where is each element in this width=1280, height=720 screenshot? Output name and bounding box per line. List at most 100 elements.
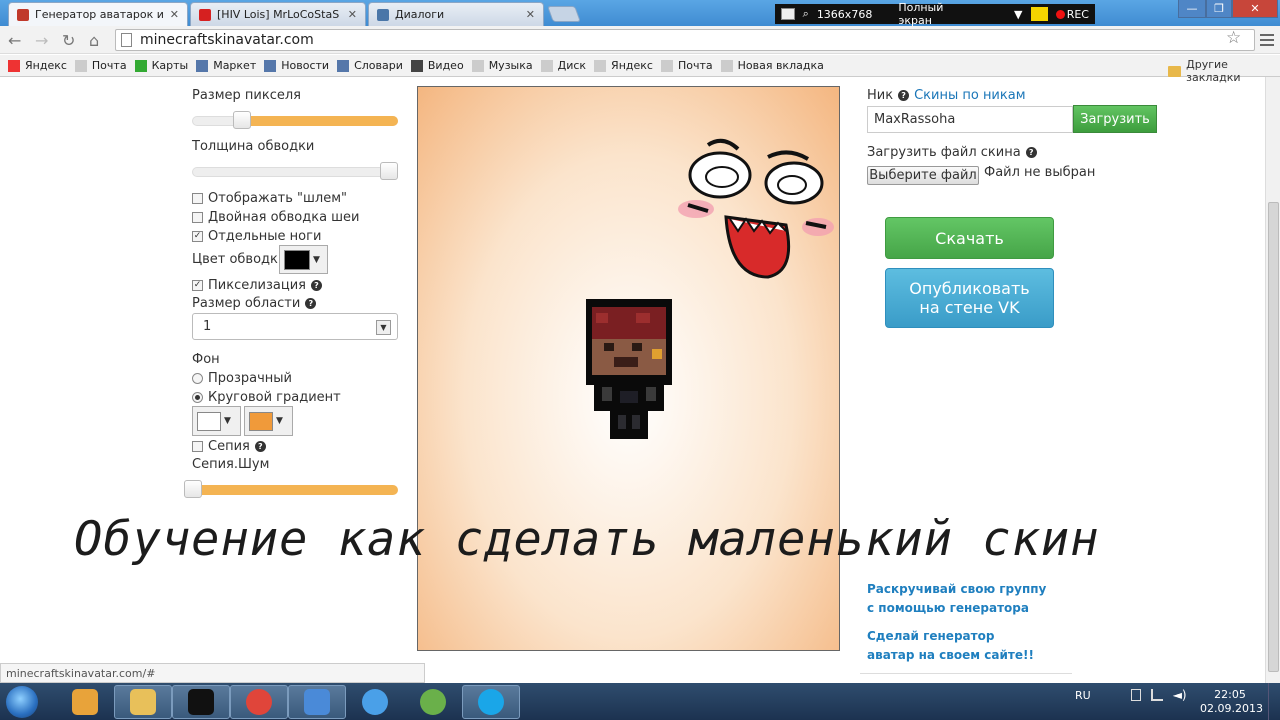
home-icon[interactable]: ⌂ bbox=[89, 31, 99, 50]
reload-icon[interactable]: ↻ bbox=[62, 31, 75, 50]
nick-row: Ник ? Скины по никам bbox=[867, 88, 1026, 103]
camera-icon[interactable] bbox=[1030, 7, 1048, 21]
dropdown-icon[interactable]: ▼ bbox=[1014, 8, 1022, 21]
load-skin-button[interactable]: Загрузить bbox=[1073, 105, 1157, 133]
bookmark-item[interactable]: Карты bbox=[134, 59, 188, 72]
bookmark-item[interactable]: Словари bbox=[337, 59, 403, 72]
slider-thumb[interactable] bbox=[233, 111, 251, 129]
taskbar-explorer[interactable] bbox=[114, 685, 172, 719]
sepia-noise-slider[interactable] bbox=[184, 480, 398, 498]
bg-color1-picker[interactable]: ▼ bbox=[192, 406, 241, 436]
taskbar-unknown-app[interactable] bbox=[172, 685, 230, 719]
bookmark-item[interactable]: Маркет bbox=[196, 59, 256, 72]
rage-face-sticker bbox=[678, 138, 834, 279]
language-indicator[interactable]: RU bbox=[1075, 689, 1091, 702]
pixelization-checkbox[interactable]: ✓ bbox=[192, 280, 203, 291]
tab-avatar-generator[interactable]: Генератор аватарок и ар ✕ bbox=[8, 2, 188, 26]
network-icon[interactable] bbox=[1150, 689, 1163, 701]
volume-icon[interactable]: ◄) bbox=[1173, 688, 1187, 702]
taskbar-game[interactable] bbox=[404, 685, 462, 719]
start-button[interactable] bbox=[6, 686, 38, 718]
tab-title: [HIV Lois] MrLoCoStaS - Y bbox=[217, 8, 342, 21]
taskbar-media-player[interactable] bbox=[56, 685, 114, 719]
maximize-button[interactable]: ❐ bbox=[1206, 0, 1232, 18]
publish-vk-button[interactable]: Опубликовать на стене VK bbox=[885, 268, 1054, 328]
usb-icon[interactable] bbox=[1130, 689, 1141, 701]
sepia-option[interactable]: Сепия ? bbox=[192, 439, 266, 454]
help-icon[interactable]: ? bbox=[898, 90, 910, 101]
page-scrollbar[interactable] bbox=[1265, 77, 1280, 683]
help-icon[interactable]: ? bbox=[254, 441, 266, 452]
pixel-size-slider[interactable] bbox=[192, 111, 398, 129]
forward-arrow-icon[interactable]: → bbox=[35, 31, 48, 50]
sepia-checkbox[interactable] bbox=[192, 441, 203, 452]
skype-icon bbox=[478, 689, 504, 715]
tab-close-icon[interactable]: ✕ bbox=[348, 8, 357, 21]
scrollbar-thumb[interactable] bbox=[1268, 202, 1279, 672]
recorder-mode[interactable]: Полный экран bbox=[898, 1, 978, 27]
address-bar[interactable]: minecraftskinavatar.com bbox=[115, 29, 1255, 51]
bg-transparent-option[interactable]: Прозрачный bbox=[192, 371, 292, 386]
slider-fill bbox=[192, 485, 398, 495]
download-button[interactable]: Скачать bbox=[885, 217, 1054, 259]
separate-legs-checkbox[interactable]: ✓ bbox=[192, 231, 203, 242]
skin-mouth bbox=[614, 357, 638, 367]
back-arrow-icon[interactable]: ← bbox=[8, 31, 21, 50]
bookmark-item[interactable]: Почта bbox=[660, 59, 713, 72]
color-swatch bbox=[249, 411, 273, 431]
recorder-rec-label[interactable]: REC bbox=[1067, 8, 1089, 21]
show-helmet-checkbox[interactable] bbox=[192, 193, 203, 204]
bookmark-item[interactable]: Новая вкладка bbox=[720, 59, 824, 72]
taskbar-audio[interactable] bbox=[288, 685, 346, 719]
window-icon[interactable] bbox=[781, 8, 795, 20]
promo-group-link[interactable]: Раскручивай свою группу с помощью генера… bbox=[867, 580, 1046, 618]
bookmark-item[interactable]: Почта bbox=[74, 59, 127, 72]
tab-vk-dialogs[interactable]: Диалоги ✕ bbox=[368, 2, 544, 26]
double-neck-checkbox[interactable] bbox=[192, 212, 203, 223]
show-desktop-button[interactable] bbox=[1268, 683, 1280, 720]
choose-file-button[interactable]: Выберите файл bbox=[867, 166, 979, 185]
nick-input[interactable]: MaxRassoha bbox=[867, 106, 1073, 133]
show-helmet-option[interactable]: Отображать "шлем" bbox=[192, 191, 347, 206]
bg-color2-picker[interactable]: ▼ bbox=[244, 406, 293, 436]
clock[interactable]: 22:05 02.09.2013 bbox=[1200, 688, 1263, 716]
bookmark-item[interactable]: Музыка bbox=[471, 59, 533, 72]
tab-close-icon[interactable]: ✕ bbox=[170, 8, 179, 21]
dropdown-arrow-icon[interactable]: ▼ bbox=[376, 320, 391, 335]
double-neck-option[interactable]: Двойная обводка шеи bbox=[192, 210, 360, 225]
bg-transparent-radio[interactable] bbox=[192, 373, 203, 384]
bookmark-item[interactable]: Яндекс bbox=[8, 59, 67, 72]
help-icon[interactable]: ? bbox=[310, 280, 322, 291]
stroke-width-slider[interactable] bbox=[192, 162, 398, 180]
slider-thumb[interactable] bbox=[184, 480, 202, 498]
tab-close-icon[interactable]: ✕ bbox=[526, 8, 535, 21]
pixelization-option[interactable]: ✓ Пикселизация ? bbox=[192, 278, 322, 293]
recorder-resolution[interactable]: 1366x768 bbox=[817, 8, 873, 21]
promo-site-link[interactable]: Сделай генератор аватар на своем сайте!! bbox=[867, 627, 1034, 665]
separate-legs-option[interactable]: ✓ Отдельные ноги bbox=[192, 229, 321, 244]
other-bookmarks[interactable]: Другие закладки bbox=[1168, 58, 1280, 84]
taskbar-chrome[interactable] bbox=[230, 685, 288, 719]
close-window-button[interactable]: ✕ bbox=[1232, 0, 1278, 18]
help-icon[interactable]: ? bbox=[305, 298, 317, 309]
skins-by-nick-link[interactable]: Скины по никам bbox=[914, 88, 1025, 103]
bookmark-item[interactable]: Новости bbox=[264, 59, 329, 72]
bookmark-item[interactable]: Яндекс bbox=[594, 59, 653, 72]
help-icon[interactable]: ? bbox=[1025, 147, 1037, 158]
url-text[interactable]: minecraftskinavatar.com bbox=[140, 32, 314, 48]
bg-radial-option[interactable]: Круговой градиент bbox=[192, 390, 341, 405]
taskbar-skype[interactable] bbox=[462, 685, 520, 719]
bookmark-item[interactable]: Видео bbox=[410, 59, 464, 72]
slider-thumb[interactable] bbox=[380, 162, 398, 180]
area-size-select[interactable]: 1 ▼ bbox=[192, 313, 398, 340]
new-tab-button[interactable] bbox=[547, 6, 581, 22]
bookmark-star-icon[interactable]: ☆ bbox=[1226, 28, 1241, 48]
stroke-color-picker[interactable]: ▼ bbox=[279, 245, 328, 274]
browser-menu-icon[interactable] bbox=[1260, 34, 1274, 46]
background-label: Фон bbox=[192, 352, 220, 367]
taskbar-network[interactable] bbox=[346, 685, 404, 719]
minimize-button[interactable]: — bbox=[1178, 0, 1206, 18]
bg-radial-radio[interactable] bbox=[192, 392, 203, 403]
tab-youtube[interactable]: [HIV Lois] MrLoCoStaS - Y ✕ bbox=[190, 2, 366, 26]
bookmark-item[interactable]: Диск bbox=[540, 59, 586, 72]
